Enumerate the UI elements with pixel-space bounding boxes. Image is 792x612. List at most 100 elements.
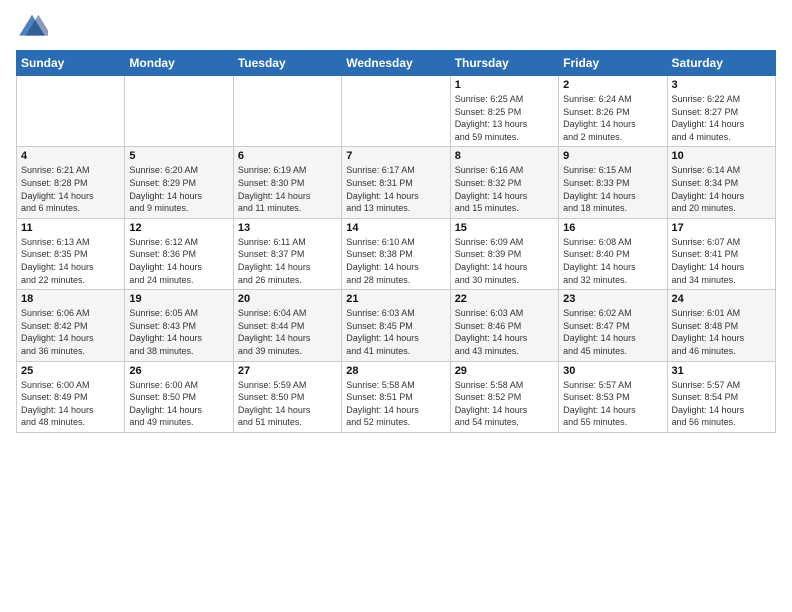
day-number: 18 (21, 293, 120, 305)
day-number: 22 (455, 293, 554, 305)
day-cell-27: 27 Sunrise: 5:59 AMSunset: 8:50 PMDayligh… (233, 361, 341, 432)
day-number: 14 (346, 222, 445, 234)
day-cell-21: 21Sunrise: 6:03 AMSunset: 8:45 PMDayligh… (342, 290, 450, 361)
day-cell-5: 5 Sunrise: 6:20 AMSunset: 8:29 PMDaylight… (125, 147, 233, 218)
day-cell-15: 15 Sunrise: 6:09 AMSunset: 8:39 PMDayligh… (450, 218, 558, 289)
day-info: Sunrise: 6:10 AMSunset: 8:38 PMDaylight:… (346, 236, 445, 286)
day-number: 12 (129, 222, 228, 234)
day-number: 19 (129, 293, 228, 305)
weekday-header-row: SundayMondayTuesdayWednesdayThursdayFrid… (17, 51, 776, 76)
day-info: Sunrise: 6:19 AMSunset: 8:30 PMDaylight:… (238, 164, 337, 214)
day-cell-4: 4 Sunrise: 6:21 AMSunset: 8:28 PMDaylight… (17, 147, 125, 218)
week-row-2: 4 Sunrise: 6:21 AMSunset: 8:28 PMDaylight… (17, 147, 776, 218)
week-row-1: 1 Sunrise: 6:25 AMSunset: 8:25 PMDaylight… (17, 76, 776, 147)
day-info: Sunrise: 6:13 AMSunset: 8:35 PMDaylight:… (21, 236, 120, 286)
day-number: 7 (346, 150, 445, 162)
day-number: 26 (129, 365, 228, 377)
day-number: 1 (455, 79, 554, 91)
weekday-header-wednesday: Wednesday (342, 51, 450, 76)
empty-cell (125, 76, 233, 147)
day-number: 16 (563, 222, 662, 234)
day-cell-20: 20 Sunrise: 6:04 AMSunset: 8:44 PMDayligh… (233, 290, 341, 361)
day-cell-24: 24Sunrise: 6:01 AMSunset: 8:48 PMDayligh… (667, 290, 775, 361)
day-info: Sunrise: 6:14 AMSunset: 8:34 PMDaylight:… (672, 164, 771, 214)
day-cell-30: 30Sunrise: 5:57 AMSunset: 8:53 PMDayligh… (559, 361, 667, 432)
day-cell-26: 26 Sunrise: 6:00 AMSunset: 8:50 PMDayligh… (125, 361, 233, 432)
day-info: Sunrise: 5:58 AMSunset: 8:52 PMDaylight:… (455, 379, 554, 429)
day-number: 23 (563, 293, 662, 305)
logo-icon (16, 10, 48, 42)
day-cell-6: 6 Sunrise: 6:19 AMSunset: 8:30 PMDaylight… (233, 147, 341, 218)
day-info: Sunrise: 6:00 AMSunset: 8:49 PMDaylight:… (21, 379, 120, 429)
day-info: Sunrise: 6:08 AMSunset: 8:40 PMDaylight:… (563, 236, 662, 286)
day-info: Sunrise: 6:04 AMSunset: 8:44 PMDaylight:… (238, 307, 337, 357)
weekday-header-sunday: Sunday (17, 51, 125, 76)
weekday-header-friday: Friday (559, 51, 667, 76)
day-number: 27 (238, 365, 337, 377)
day-cell-8: 8 Sunrise: 6:16 AMSunset: 8:32 PMDaylight… (450, 147, 558, 218)
day-number: 6 (238, 150, 337, 162)
week-row-4: 18Sunrise: 6:06 AMSunset: 8:42 PMDayligh… (17, 290, 776, 361)
day-info: Sunrise: 6:11 AMSunset: 8:37 PMDaylight:… (238, 236, 337, 286)
day-info: Sunrise: 6:25 AMSunset: 8:25 PMDaylight:… (455, 93, 554, 143)
day-cell-11: 11 Sunrise: 6:13 AMSunset: 8:35 PMDayligh… (17, 218, 125, 289)
day-number: 15 (455, 222, 554, 234)
day-cell-28: 28 Sunrise: 5:58 AMSunset: 8:51 PMDayligh… (342, 361, 450, 432)
day-number: 5 (129, 150, 228, 162)
day-info: Sunrise: 6:12 AMSunset: 8:36 PMDaylight:… (129, 236, 228, 286)
day-cell-14: 14 Sunrise: 6:10 AMSunset: 8:38 PMDayligh… (342, 218, 450, 289)
week-row-3: 11 Sunrise: 6:13 AMSunset: 8:35 PMDayligh… (17, 218, 776, 289)
week-row-5: 25 Sunrise: 6:00 AMSunset: 8:49 PMDayligh… (17, 361, 776, 432)
weekday-header-saturday: Saturday (667, 51, 775, 76)
day-info: Sunrise: 6:17 AMSunset: 8:31 PMDaylight:… (346, 164, 445, 214)
day-cell-9: 9 Sunrise: 6:15 AMSunset: 8:33 PMDaylight… (559, 147, 667, 218)
day-cell-1: 1 Sunrise: 6:25 AMSunset: 8:25 PMDaylight… (450, 76, 558, 147)
day-cell-16: 16 Sunrise: 6:08 AMSunset: 8:40 PMDayligh… (559, 218, 667, 289)
day-number: 8 (455, 150, 554, 162)
day-info: Sunrise: 5:59 AMSunset: 8:50 PMDaylight:… (238, 379, 337, 429)
day-info: Sunrise: 6:05 AMSunset: 8:43 PMDaylight:… (129, 307, 228, 357)
day-number: 31 (672, 365, 771, 377)
day-number: 17 (672, 222, 771, 234)
day-info: Sunrise: 6:16 AMSunset: 8:32 PMDaylight:… (455, 164, 554, 214)
day-number: 24 (672, 293, 771, 305)
day-info: Sunrise: 6:07 AMSunset: 8:41 PMDaylight:… (672, 236, 771, 286)
day-info: Sunrise: 5:58 AMSunset: 8:51 PMDaylight:… (346, 379, 445, 429)
day-info: Sunrise: 6:02 AMSunset: 8:47 PMDaylight:… (563, 307, 662, 357)
day-number: 2 (563, 79, 662, 91)
day-info: Sunrise: 5:57 AMSunset: 8:53 PMDaylight:… (563, 379, 662, 429)
day-number: 4 (21, 150, 120, 162)
day-cell-13: 13 Sunrise: 6:11 AMSunset: 8:37 PMDayligh… (233, 218, 341, 289)
day-number: 10 (672, 150, 771, 162)
day-number: 11 (21, 222, 120, 234)
day-cell-23: 23 Sunrise: 6:02 AMSunset: 8:47 PMDayligh… (559, 290, 667, 361)
day-cell-22: 22 Sunrise: 6:03 AMSunset: 8:46 PMDayligh… (450, 290, 558, 361)
day-info: Sunrise: 6:21 AMSunset: 8:28 PMDaylight:… (21, 164, 120, 214)
day-cell-2: 2 Sunrise: 6:24 AMSunset: 8:26 PMDaylight… (559, 76, 667, 147)
day-cell-10: 10 Sunrise: 6:14 AMSunset: 8:34 PMDayligh… (667, 147, 775, 218)
day-info: Sunrise: 6:09 AMSunset: 8:39 PMDaylight:… (455, 236, 554, 286)
day-cell-7: 7 Sunrise: 6:17 AMSunset: 8:31 PMDaylight… (342, 147, 450, 218)
empty-cell (342, 76, 450, 147)
day-info: Sunrise: 6:20 AMSunset: 8:29 PMDaylight:… (129, 164, 228, 214)
day-number: 28 (346, 365, 445, 377)
day-number: 13 (238, 222, 337, 234)
day-info: Sunrise: 6:03 AMSunset: 8:46 PMDaylight:… (455, 307, 554, 357)
day-number: 20 (238, 293, 337, 305)
weekday-header-thursday: Thursday (450, 51, 558, 76)
page-container: SundayMondayTuesdayWednesdayThursdayFrid… (0, 0, 792, 443)
day-cell-12: 12 Sunrise: 6:12 AMSunset: 8:36 PMDayligh… (125, 218, 233, 289)
day-cell-31: 31Sunrise: 5:57 AMSunset: 8:54 PMDayligh… (667, 361, 775, 432)
weekday-header-monday: Monday (125, 51, 233, 76)
day-cell-25: 25 Sunrise: 6:00 AMSunset: 8:49 PMDayligh… (17, 361, 125, 432)
day-info: Sunrise: 6:00 AMSunset: 8:50 PMDaylight:… (129, 379, 228, 429)
day-cell-17: 17 Sunrise: 6:07 AMSunset: 8:41 PMDayligh… (667, 218, 775, 289)
day-number: 3 (672, 79, 771, 91)
day-info: Sunrise: 6:22 AMSunset: 8:27 PMDaylight:… (672, 93, 771, 143)
day-number: 25 (21, 365, 120, 377)
day-info: Sunrise: 6:03 AMSunset: 8:45 PMDaylight:… (346, 307, 445, 357)
logo (16, 10, 52, 42)
day-info: Sunrise: 6:24 AMSunset: 8:26 PMDaylight:… (563, 93, 662, 143)
day-number: 9 (563, 150, 662, 162)
day-info: Sunrise: 6:15 AMSunset: 8:33 PMDaylight:… (563, 164, 662, 214)
